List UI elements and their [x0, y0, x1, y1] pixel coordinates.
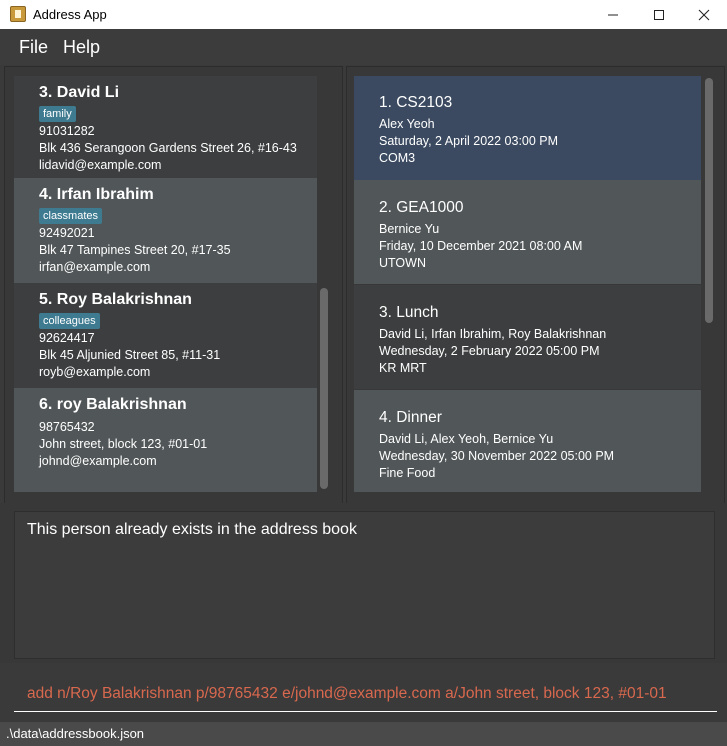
- event-location: COM3: [379, 151, 416, 165]
- result-message: This person already exists in the addres…: [27, 521, 357, 538]
- person-name: 4. Irfan Ibrahim: [39, 186, 154, 203]
- maximize-icon: [654, 9, 664, 20]
- event-time: Saturday, 2 April 2022 03:00 PM: [379, 134, 559, 148]
- person-tag: family: [39, 106, 76, 122]
- event-list-scrollbar[interactable]: [705, 78, 713, 323]
- event-time: Friday, 10 December 2021 08:00 AM: [379, 239, 583, 253]
- person-email: irfan@example.com: [39, 260, 151, 274]
- event-people: Bernice Yu: [379, 222, 440, 236]
- event-card[interactable]: 4. Dinner David Li, Alex Yeoh, Bernice Y…: [354, 390, 701, 492]
- person-list-scrollbar[interactable]: [320, 288, 328, 489]
- event-name: 3. Lunch: [379, 304, 439, 321]
- person-address: Blk 47 Tampines Street 20, #17-35: [39, 243, 231, 257]
- status-bar: .\data\addressbook.json: [0, 722, 727, 746]
- event-people: Alex Yeoh: [379, 117, 435, 131]
- person-card[interactable]: 4. Irfan Ibrahim classmates 92492021 Blk…: [14, 178, 317, 283]
- menu-file[interactable]: File: [19, 37, 48, 58]
- window-title: Address App: [33, 7, 107, 22]
- person-address: John street, block 123, #01-01: [39, 437, 208, 451]
- event-card[interactable]: 1. CS2103 Alex Yeoh Saturday, 2 April 20…: [354, 76, 701, 180]
- close-button[interactable]: [681, 0, 727, 29]
- event-time: Wednesday, 30 November 2022 05:00 PM: [379, 449, 615, 463]
- person-card[interactable]: 3. David Li family 91031282 Blk 436 Sera…: [14, 76, 317, 178]
- person-tag: colleagues: [39, 313, 100, 329]
- event-card[interactable]: 3. Lunch David Li, Irfan Ibrahim, Roy Ba…: [354, 285, 701, 389]
- person-email: johnd@example.com: [39, 454, 157, 468]
- person-phone: 92492021: [39, 226, 95, 240]
- person-card[interactable]: 6. roy Balakrishnan 98765432 John street…: [14, 388, 317, 492]
- person-email: lidavid@example.com: [39, 158, 162, 172]
- event-people: David Li, Irfan Ibrahim, Roy Balakrishna…: [379, 327, 607, 341]
- minimize-icon: [608, 14, 618, 15]
- person-phone: 92624417: [39, 331, 95, 345]
- event-name: 2. GEA1000: [379, 199, 464, 216]
- person-phone: 98765432: [39, 420, 95, 434]
- minimize-button[interactable]: [590, 0, 636, 29]
- event-time: Wednesday, 2 February 2022 05:00 PM: [379, 344, 600, 358]
- menu-bar: File Help: [0, 29, 727, 65]
- maximize-button[interactable]: [636, 0, 682, 29]
- event-location: Fine Food: [379, 466, 436, 480]
- app-icon: [10, 6, 26, 22]
- person-address: Blk 45 Aljunied Street 85, #11-31: [39, 348, 221, 362]
- person-name: 6. roy Balakrishnan: [39, 396, 187, 413]
- event-name: 4. Dinner: [379, 409, 442, 426]
- save-location: .\data\addressbook.json: [6, 726, 145, 741]
- command-input[interactable]: [14, 676, 717, 712]
- person-address: Blk 436 Serangoon Gardens Street 26, #16…: [39, 141, 297, 155]
- person-email: royb@example.com: [39, 365, 151, 379]
- event-people: David Li, Alex Yeoh, Bernice Yu: [379, 432, 554, 446]
- person-name: 5. Roy Balakrishnan: [39, 291, 192, 308]
- person-phone: 91031282: [39, 124, 95, 138]
- person-name: 3. David Li: [39, 84, 120, 101]
- event-location: UTOWN: [379, 256, 426, 270]
- event-name: 1. CS2103: [379, 94, 453, 111]
- person-card[interactable]: 5. Roy Balakrishnan colleagues 92624417 …: [14, 283, 317, 388]
- event-card[interactable]: 2. GEA1000 Bernice Yu Friday, 10 Decembe…: [354, 180, 701, 284]
- event-location: KR MRT: [379, 361, 427, 375]
- close-icon: [698, 9, 710, 20]
- title-bar: Address App: [0, 0, 727, 29]
- person-tag: classmates: [39, 208, 103, 224]
- menu-help[interactable]: Help: [63, 37, 100, 58]
